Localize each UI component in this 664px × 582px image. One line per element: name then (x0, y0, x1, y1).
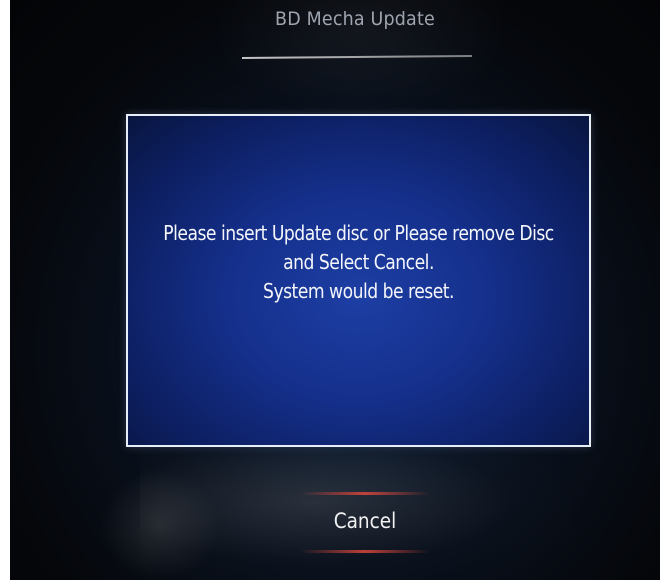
cancel-button-top-highlight (300, 492, 430, 495)
message-line-3: System would be reset. (263, 279, 454, 303)
cancel-button[interactable]: Cancel (300, 492, 430, 556)
dialog-message: Please insert Update disc or Please remo… (128, 219, 589, 306)
update-dialog: Please insert Update disc or Please remo… (126, 114, 591, 447)
message-line-1: Please insert Update disc or Please remo… (163, 221, 554, 245)
header: BD Mecha Update (240, 8, 470, 30)
title-underline (241, 54, 473, 60)
cancel-button-label: Cancel (333, 509, 397, 533)
cancel-button-bottom-highlight (300, 550, 430, 553)
display-screen: BD Mecha Update Please insert Update dis… (10, 0, 660, 580)
message-line-2: and Select Cancel. (283, 250, 434, 274)
screen-title: BD Mecha Update (275, 8, 435, 30)
background-reflection-left (100, 470, 220, 580)
